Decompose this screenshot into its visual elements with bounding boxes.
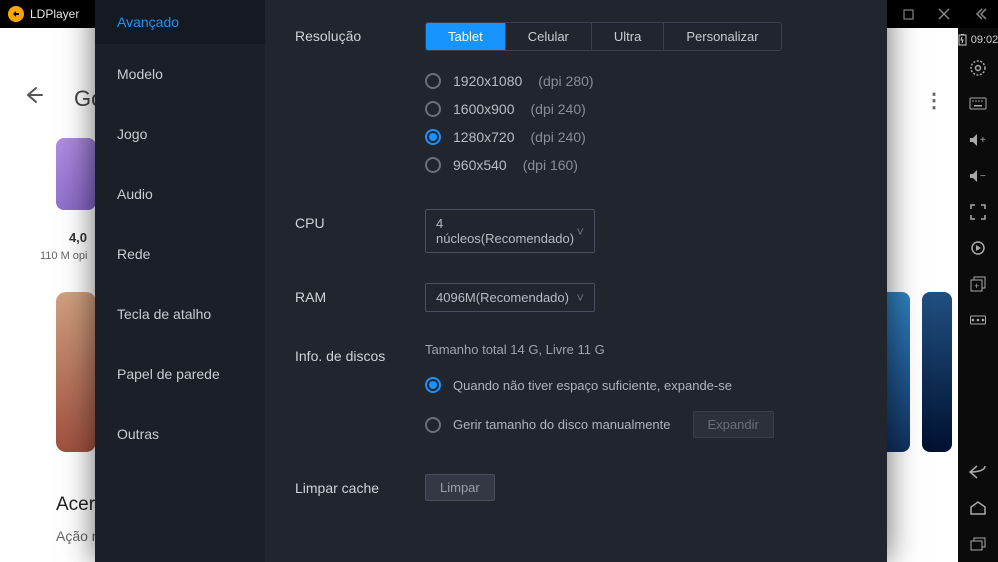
sidebar-item-wallpaper[interactable]: Papel de parede [95, 344, 265, 404]
app-name: LDPlayer [30, 7, 79, 21]
app-thumbnail [56, 138, 96, 210]
right-toolbar: 09:02 + − + [958, 28, 998, 562]
sidebar-item-game[interactable]: Jogo [95, 104, 265, 164]
sidebar-item-advanced[interactable]: Avançado [95, 0, 265, 44]
cpu-select[interactable]: 4 núcleos(Recomendado) ˅ [425, 209, 595, 253]
svg-text:−: − [980, 171, 986, 182]
nav-home-icon[interactable] [958, 490, 998, 526]
radio-icon [425, 377, 441, 393]
multi-instance-icon[interactable]: + [958, 266, 998, 302]
expand-button[interactable]: Expandir [693, 411, 774, 438]
settings-dialog: Avançado Modelo Jogo Audio Rede Tecla de… [95, 0, 887, 562]
volume-up-icon[interactable]: + [958, 122, 998, 158]
more-options-icon[interactable] [958, 302, 998, 338]
back-arrow-icon[interactable] [22, 84, 44, 111]
tab-custom[interactable]: Personalizar [664, 23, 780, 50]
section-subtext: Ação n [56, 528, 100, 544]
svg-text:+: + [974, 281, 979, 291]
window-collapse-button[interactable] [962, 0, 998, 28]
sidebar-item-network[interactable]: Rede [95, 224, 265, 284]
chevron-down-icon: ˅ [576, 290, 584, 305]
settings-icon[interactable] [958, 50, 998, 86]
sidebar-item-shortcut[interactable]: Tecla de atalho [95, 284, 265, 344]
opinions-count: 110 M opi [40, 250, 88, 262]
radio-icon [425, 101, 441, 117]
clear-cache-button[interactable]: Limpar [425, 474, 495, 501]
resolution-option[interactable]: 1280x720(dpi 240) [425, 123, 857, 151]
tab-tablet[interactable]: Tablet [426, 23, 506, 50]
resolution-option[interactable]: 1600x900(dpi 240) [425, 95, 857, 123]
sidebar-item-model[interactable]: Modelo [95, 44, 265, 104]
resolution-label: Resolução [295, 22, 425, 44]
tab-celular[interactable]: Celular [506, 23, 592, 50]
cache-label: Limpar cache [295, 474, 425, 496]
screenshot-card[interactable] [56, 292, 96, 452]
ram-label: RAM [295, 283, 425, 305]
settings-sidebar: Avançado Modelo Jogo Audio Rede Tecla de… [95, 0, 265, 562]
section-heading: Acer [56, 494, 95, 516]
app-logo [8, 6, 24, 22]
disk-option-auto[interactable]: Quando não tiver espaço suficiente, expa… [425, 371, 857, 399]
battery-icon [958, 34, 967, 46]
fullscreen-icon[interactable] [958, 194, 998, 230]
disk-option-manual[interactable]: Gerir tamanho do disco manualmente Expan… [425, 405, 857, 444]
resolution-option[interactable]: 960x540(dpi 160) [425, 151, 857, 179]
nav-recents-icon[interactable] [958, 526, 998, 562]
svg-text:+: + [980, 135, 986, 146]
cpu-label: CPU [295, 209, 425, 231]
rating-value: 4,0 [60, 230, 96, 245]
settings-content: Resolução Tablet Celular Ultra Personali… [265, 0, 887, 562]
disk-info-text: Tamanho total 14 G, Livre 11 G [425, 342, 857, 357]
status-time: 09:02 [958, 34, 998, 46]
keyboard-icon[interactable] [958, 86, 998, 122]
tab-ultra[interactable]: Ultra [592, 23, 664, 50]
window-close-button[interactable] [926, 0, 962, 28]
screenshot-card[interactable] [922, 292, 952, 452]
volume-down-icon[interactable]: − [958, 158, 998, 194]
resolution-tabs: Tablet Celular Ultra Personalizar [425, 22, 782, 51]
radio-icon [425, 129, 441, 145]
sidebar-item-audio[interactable]: Audio [95, 164, 265, 224]
nav-back-icon[interactable] [958, 454, 998, 490]
disk-label: Info. de discos [295, 342, 425, 364]
radio-icon [425, 417, 441, 433]
more-icon[interactable]: ⋮ [924, 88, 944, 113]
radio-icon [425, 73, 441, 89]
sidebar-item-other[interactable]: Outras [95, 404, 265, 464]
window-maximize-button[interactable] [890, 0, 926, 28]
chevron-down-icon: ˅ [576, 224, 584, 239]
ram-select[interactable]: 4096M(Recomendado) ˅ [425, 283, 595, 312]
radio-icon [425, 157, 441, 173]
resolution-option[interactable]: 1920x1080(dpi 280) [425, 67, 857, 95]
sync-icon[interactable] [958, 230, 998, 266]
